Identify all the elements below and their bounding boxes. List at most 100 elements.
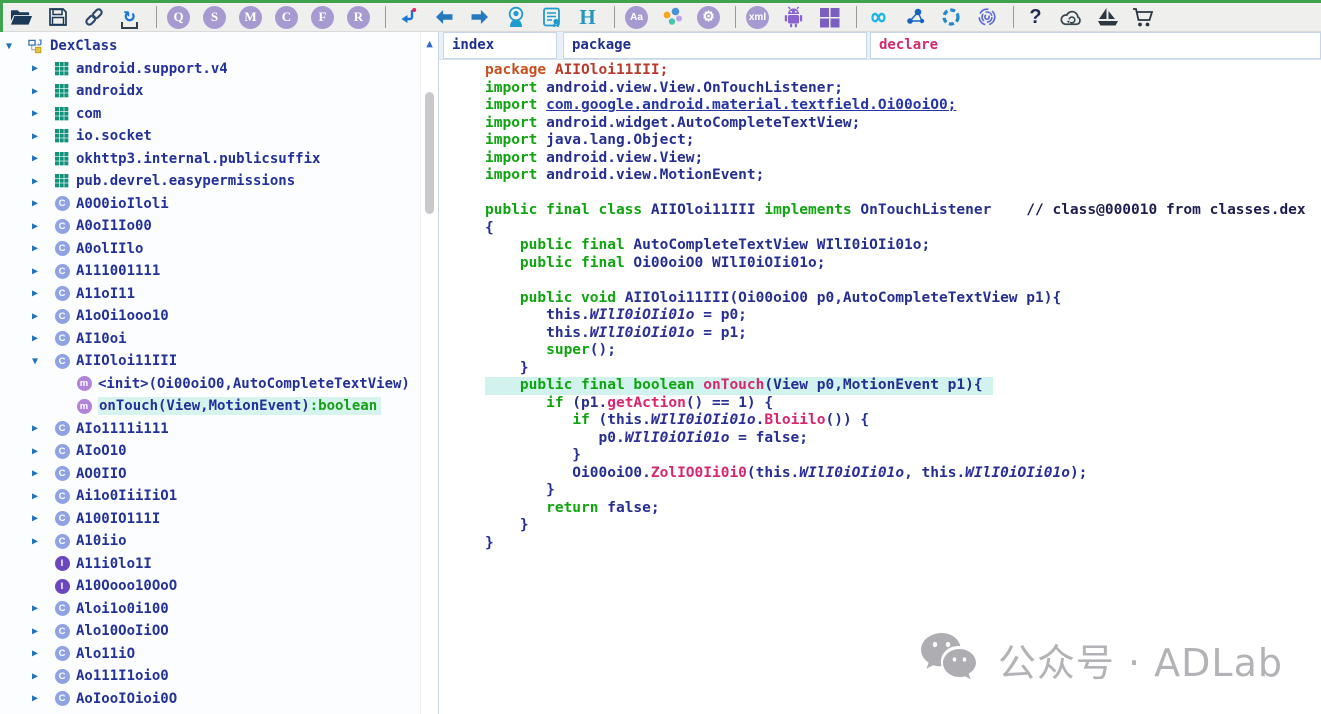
- tree-item[interactable]: ▶CAloi1o0i100: [0, 598, 420, 621]
- method-ref[interactable]: getAction: [607, 395, 686, 411]
- tree-item[interactable]: ▶CAo111I1oio0: [0, 665, 420, 688]
- import-link[interactable]: com.google.android.material.textfield.Oi…: [546, 97, 956, 113]
- tree-item[interactable]: ▶CAO0IIO: [0, 463, 420, 486]
- tree-item[interactable]: IA10Oooo10OoO: [0, 575, 420, 598]
- chevron-right-icon[interactable]: ▶: [28, 243, 54, 254]
- tree-item[interactable]: ▶CA100IO111I: [0, 508, 420, 531]
- tree-item[interactable]: ▶CAIo1111i111: [0, 418, 420, 441]
- tree-item[interactable]: ▶okhttp3.internal.publicsuffix: [0, 148, 420, 171]
- tab-index[interactable]: index: [443, 32, 557, 59]
- open-file-button[interactable]: [10, 6, 33, 29]
- tree-item[interactable]: ▶android.support.v4: [0, 58, 420, 81]
- tree-item[interactable]: ▶CAlo10OoIiOO: [0, 620, 420, 643]
- chevron-right-icon[interactable]: ▶: [28, 513, 54, 524]
- chevron-right-icon[interactable]: ▶: [28, 266, 54, 277]
- chevron-right-icon[interactable]: ▶: [28, 63, 54, 74]
- tree-item[interactable]: ▶io.socket: [0, 125, 420, 148]
- settings-button[interactable]: ⚙: [697, 6, 720, 29]
- chevron-right-icon[interactable]: ▶: [28, 288, 54, 299]
- author-button[interactable]: [504, 6, 527, 29]
- chevron-right-icon[interactable]: ▶: [28, 536, 54, 547]
- method-ref[interactable]: onTouch: [703, 377, 764, 393]
- q-search-button[interactable]: Q: [167, 6, 190, 29]
- tree-item[interactable]: ▶pub.devrel.easypermissions: [0, 170, 420, 193]
- tree-item[interactable]: ▶CA111001111: [0, 260, 420, 283]
- goto-button[interactable]: [396, 6, 419, 29]
- tree-item[interactable]: ▶CAIoO10: [0, 440, 420, 463]
- chevron-right-icon[interactable]: ▶: [28, 153, 54, 164]
- infinity-button[interactable]: ∞: [867, 6, 890, 29]
- chevron-right-icon[interactable]: ▶: [28, 131, 54, 142]
- tree-item[interactable]: IA11i0lo1I: [0, 553, 420, 576]
- m-search-button[interactable]: M: [239, 6, 262, 29]
- tab-package[interactable]: package: [563, 32, 867, 59]
- cart-button[interactable]: [1132, 6, 1155, 29]
- forward-button[interactable]: [468, 6, 491, 29]
- cloud-sync-button[interactable]: [1060, 6, 1083, 29]
- tree-item[interactable]: ▶CA0O0ioIloli: [0, 193, 420, 216]
- rename-button[interactable]: Aa: [625, 6, 648, 29]
- chevron-right-icon[interactable]: ▶: [28, 468, 54, 479]
- chevron-right-icon[interactable]: ▶: [28, 693, 54, 704]
- code-view[interactable]: package AIIOloi11III;import android.view…: [439, 60, 1321, 552]
- tree-item[interactable]: ▶CAoIooIOioi0O: [0, 688, 420, 711]
- license-button[interactable]: [540, 6, 563, 29]
- tree-item[interactable]: ▶com: [0, 103, 420, 126]
- tree-item[interactable]: ▶CAlo11iO: [0, 643, 420, 666]
- chevron-right-icon[interactable]: ▶: [28, 648, 54, 659]
- method-ref[interactable]: Bloiilo: [764, 412, 825, 428]
- code-line: public final AutoCompleteTextView WIlI0i…: [485, 237, 1321, 255]
- tree-item[interactable]: ▶CA10iio: [0, 530, 420, 553]
- chevron-right-icon[interactable]: ▶: [28, 671, 54, 682]
- chevron-right-icon[interactable]: ▶: [28, 86, 54, 97]
- chevron-right-icon[interactable]: ▶: [28, 491, 54, 502]
- tree-item[interactable]: monTouch(View,MotionEvent):boolean: [0, 395, 420, 418]
- chevron-right-icon[interactable]: ▶: [28, 311, 54, 322]
- android-button[interactable]: [782, 6, 805, 29]
- save-button[interactable]: [46, 6, 69, 29]
- tree-item[interactable]: m<init>(Oi00oiO0,AutoCompleteTextView): [0, 373, 420, 396]
- chevron-right-icon[interactable]: ▶: [28, 176, 54, 187]
- link-button[interactable]: [82, 6, 105, 29]
- hex-view-button[interactable]: H: [576, 6, 599, 29]
- chevron-right-icon[interactable]: ▶: [28, 626, 54, 637]
- reload-button[interactable]: ↻: [118, 6, 141, 29]
- boat-button[interactable]: [1096, 6, 1119, 29]
- xml-button[interactable]: xml: [746, 6, 769, 29]
- chevron-down-icon[interactable]: ▼: [28, 356, 54, 367]
- tab-declare[interactable]: declare: [870, 32, 1321, 59]
- chevron-right-icon[interactable]: ▶: [28, 603, 54, 614]
- palette-button[interactable]: [661, 6, 684, 29]
- chevron-right-icon[interactable]: ▶: [28, 423, 54, 434]
- r-search-button[interactable]: R: [347, 6, 370, 29]
- method-ref[interactable]: ZolIO0Ii0i0: [651, 465, 747, 481]
- chevron-right-icon[interactable]: ▶: [28, 108, 54, 119]
- scrollbar-thumb[interactable]: [425, 92, 434, 214]
- windows-button[interactable]: [818, 6, 841, 29]
- graph-button[interactable]: [903, 6, 926, 29]
- scroll-up-icon[interactable]: ▲: [421, 32, 438, 50]
- c-search-button[interactable]: C: [275, 6, 298, 29]
- tree-item[interactable]: ▶C: [0, 710, 420, 714]
- chevron-right-icon[interactable]: ▶: [28, 446, 54, 457]
- chevron-right-icon[interactable]: ▶: [28, 221, 54, 232]
- tree-item[interactable]: ▼CAIIOloi11III: [0, 350, 420, 373]
- chevron-right-icon[interactable]: ▶: [28, 333, 54, 344]
- s-search-button[interactable]: S: [203, 6, 226, 29]
- f-search-button[interactable]: F: [311, 6, 334, 29]
- tree-scrollbar[interactable]: ▲: [420, 32, 438, 714]
- tree-item[interactable]: ▶androidx: [0, 80, 420, 103]
- tree-item[interactable]: ▶CA1oOi1ooo10: [0, 305, 420, 328]
- tree-item[interactable]: ▶CAi1o0IiiIiO1: [0, 485, 420, 508]
- chevron-right-icon[interactable]: ▶: [28, 198, 54, 209]
- help-button[interactable]: ?: [1024, 6, 1047, 29]
- chevron-down-icon[interactable]: ▼: [2, 41, 28, 52]
- tree-item[interactable]: ▶CA0oI1Io00: [0, 215, 420, 238]
- ring-button[interactable]: [939, 6, 962, 29]
- tree-item[interactable]: ▼JDexClass: [0, 35, 420, 58]
- tree-item[interactable]: ▶CA0olIIlo: [0, 238, 420, 261]
- tree-item[interactable]: ▶CA11oI11: [0, 283, 420, 306]
- back-button[interactable]: [432, 6, 455, 29]
- fingerprint-button[interactable]: [975, 6, 998, 29]
- tree-item[interactable]: ▶CAI10oi: [0, 328, 420, 351]
